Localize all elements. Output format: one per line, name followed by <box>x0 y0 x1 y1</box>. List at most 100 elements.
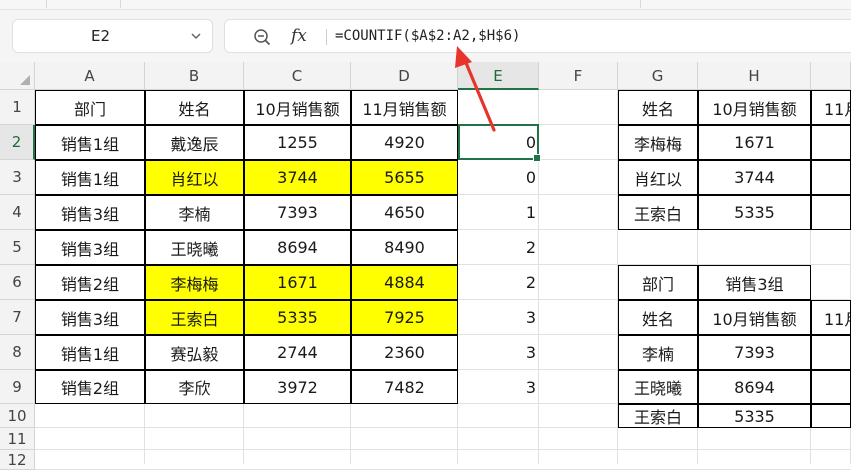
lookup-cell[interactable]: 李梅梅 <box>618 125 698 160</box>
formula-separator <box>326 29 327 45</box>
table-cell[interactable]: 赛弘毅 <box>145 335 244 370</box>
fx-icon[interactable]: fx <box>291 23 307 49</box>
formula-text[interactable]: =COUNTIF($A$2:A2,$H$6) <box>335 20 520 52</box>
table-cell[interactable]: 1671 <box>244 265 351 300</box>
table-cell[interactable]: 李欣 <box>145 370 244 404</box>
table-cell[interactable]: 4650 <box>351 195 458 230</box>
lookup-cell[interactable]: 王索白 <box>618 195 698 230</box>
lookup-header-cell[interactable]: 10月销售额 <box>698 90 811 125</box>
count-cell[interactable]: 3 <box>458 370 539 404</box>
result-cell[interactable] <box>811 370 851 404</box>
select-all-corner[interactable] <box>0 62 35 90</box>
table-cell[interactable]: 7482 <box>351 370 458 404</box>
table-cell[interactable]: 销售3组 <box>35 230 145 265</box>
table-cell[interactable]: 销售2组 <box>35 370 145 404</box>
result-cell[interactable]: 李楠 <box>618 335 698 370</box>
table-cell[interactable]: 肖红以 <box>145 160 244 195</box>
table-cell[interactable]: 5655 <box>351 160 458 195</box>
row-header-12[interactable]: 12 <box>0 450 35 470</box>
result-header-cell[interactable]: 11月 <box>811 300 851 335</box>
lookup-cell[interactable]: 5335 <box>698 195 811 230</box>
table-header-cell[interactable]: 部门 <box>35 90 145 125</box>
row-header-10[interactable]: 10 <box>0 404 35 428</box>
column-header-c[interactable]: C <box>244 62 351 90</box>
table-cell[interactable]: 王索白 <box>145 300 244 335</box>
table-cell[interactable]: 销售3组 <box>35 300 145 335</box>
result-header-cell[interactable]: 10月销售额 <box>698 300 811 335</box>
column-header-d[interactable]: D <box>351 62 458 90</box>
row-header-8[interactable]: 8 <box>0 335 35 370</box>
count-cell[interactable]: 0 <box>458 160 539 195</box>
column-header-e[interactable]: E <box>458 62 539 90</box>
column-header-h[interactable]: H <box>698 62 811 90</box>
table-cell[interactable]: 8694 <box>244 230 351 265</box>
row-header-11[interactable]: 11 <box>0 428 35 450</box>
result-cell[interactable]: 5335 <box>698 404 811 428</box>
table-cell[interactable]: 3744 <box>244 160 351 195</box>
result-cell[interactable]: 王晓曦 <box>618 370 698 404</box>
table-cell[interactable]: 销售1组 <box>35 335 145 370</box>
chevron-down-icon[interactable] <box>190 30 202 42</box>
count-cell[interactable]: 0 <box>458 125 539 160</box>
gridline <box>35 449 851 450</box>
lookup-cell[interactable] <box>811 125 851 160</box>
table-cell[interactable]: 戴逸辰 <box>145 125 244 160</box>
count-cell[interactable]: 2 <box>458 230 539 265</box>
table-header-cell[interactable]: 11月销售额 <box>351 90 458 125</box>
row-header-3[interactable]: 3 <box>0 160 35 195</box>
lookup-cell[interactable]: 1671 <box>698 125 811 160</box>
result-cell[interactable] <box>811 335 851 370</box>
table-cell[interactable]: 2360 <box>351 335 458 370</box>
table-cell[interactable]: 销售3组 <box>35 195 145 230</box>
table-cell[interactable]: 4920 <box>351 125 458 160</box>
column-header-a[interactable]: A <box>35 62 145 90</box>
table-cell[interactable]: 3972 <box>244 370 351 404</box>
table-header-cell[interactable]: 10月销售额 <box>244 90 351 125</box>
column-header-f[interactable]: F <box>539 62 618 90</box>
row-header-9[interactable]: 9 <box>0 370 35 404</box>
result-cell[interactable] <box>811 404 851 428</box>
lookup-cell[interactable]: 3744 <box>698 160 811 195</box>
table-cell[interactable]: 7925 <box>351 300 458 335</box>
criteria-label[interactable]: 部门 <box>618 265 698 300</box>
count-cell[interactable]: 3 <box>458 335 539 370</box>
count-cell[interactable]: 1 <box>458 195 539 230</box>
lookup-cell[interactable] <box>811 195 851 230</box>
lookup-cell[interactable] <box>811 160 851 195</box>
lookup-header-cell[interactable]: 11月 <box>811 90 851 125</box>
table-cell[interactable]: 李梅梅 <box>145 265 244 300</box>
table-header-cell[interactable]: 姓名 <box>145 90 244 125</box>
table-cell[interactable]: 1255 <box>244 125 351 160</box>
count-cell[interactable]: 3 <box>458 300 539 335</box>
row-header-5[interactable]: 5 <box>0 230 35 265</box>
table-cell[interactable]: 销售1组 <box>35 160 145 195</box>
result-cell[interactable]: 7393 <box>698 335 811 370</box>
zoom-icon[interactable] <box>253 28 271 46</box>
criteria-value[interactable]: 销售3组 <box>698 265 811 300</box>
column-header-partial[interactable] <box>811 62 851 90</box>
table-cell[interactable]: 销售2组 <box>35 265 145 300</box>
formula-input[interactable]: fx =COUNTIF($A$2:A2,$H$6) <box>224 19 851 53</box>
result-header-cell[interactable]: 姓名 <box>618 300 698 335</box>
column-header-b[interactable]: B <box>145 62 244 90</box>
table-cell[interactable]: 4884 <box>351 265 458 300</box>
row-header-7[interactable]: 7 <box>0 300 35 335</box>
lookup-header-cell[interactable]: 姓名 <box>618 90 698 125</box>
table-cell[interactable]: 7393 <box>244 195 351 230</box>
table-cell[interactable]: 李楠 <box>145 195 244 230</box>
table-cell[interactable]: 8490 <box>351 230 458 265</box>
table-cell[interactable]: 5335 <box>244 300 351 335</box>
name-box[interactable]: E2 <box>12 19 213 53</box>
result-cell[interactable]: 8694 <box>698 370 811 404</box>
result-cell[interactable]: 王索白 <box>618 404 698 428</box>
row-header-6[interactable]: 6 <box>0 265 35 300</box>
row-header-1[interactable]: 1 <box>0 90 35 125</box>
table-cell[interactable]: 2744 <box>244 335 351 370</box>
row-header-4[interactable]: 4 <box>0 195 35 230</box>
row-header-2[interactable]: 2 <box>0 125 35 160</box>
lookup-cell[interactable]: 肖红以 <box>618 160 698 195</box>
table-cell[interactable]: 王晓曦 <box>145 230 244 265</box>
column-header-g[interactable]: G <box>618 62 698 90</box>
count-cell[interactable]: 2 <box>458 265 539 300</box>
table-cell[interactable]: 销售1组 <box>35 125 145 160</box>
